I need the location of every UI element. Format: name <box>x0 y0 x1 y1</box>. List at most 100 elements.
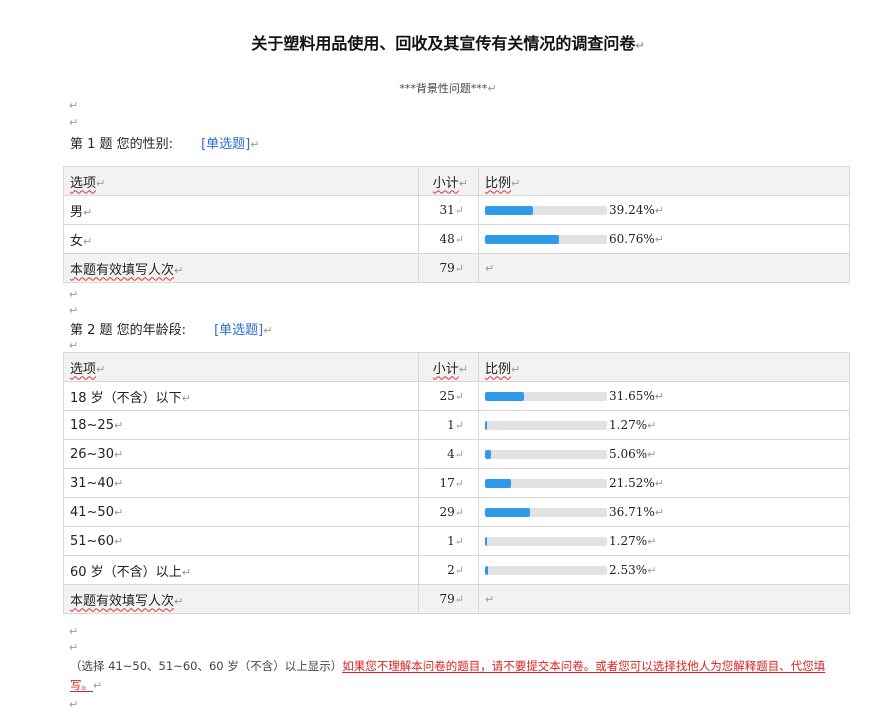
ratio-bar-track <box>485 449 607 459</box>
ratio-cell: 1.27%↵ <box>478 526 850 556</box>
ratio-bar-fill <box>485 536 487 546</box>
table-row: 31~40↵ 17↵ 21.52%↵ <box>63 468 850 498</box>
table-row: 60 岁（不含）以上↵ 2↵ 2.53%↵ <box>63 555 850 585</box>
question-2-heading: 第 2 题 您的年龄段: [单选题]↵ <box>70 323 273 338</box>
paragraph-mark: ↵ <box>69 288 79 301</box>
option-cell: 男↵ <box>63 195 419 225</box>
table-row: 18~25↵ 1↵ 1.27%↵ <box>63 410 850 440</box>
ratio-bar-track <box>485 536 607 546</box>
ratio-bar-fill <box>485 205 533 215</box>
ratio-bar-track <box>485 391 607 401</box>
header-ratio: 比例↵ <box>478 352 850 382</box>
option-cell: 51~60↵ <box>63 526 419 556</box>
header-option: 选项↵ <box>63 166 419 196</box>
question-2-table: 选项↵ 小计↵ 比例↵ 18 岁（不含）以下↵ 25↵ 31.65%↵ 18~25↵ 1… <box>63 352 850 614</box>
ratio-percent: 39.24% <box>609 203 655 217</box>
ratio-bar-fill <box>485 234 560 244</box>
total-count: 79↵ <box>418 253 479 283</box>
ratio-bar-fill <box>485 449 492 459</box>
header-ratio: 比例↵ <box>478 166 850 196</box>
option-cell: 18 岁（不含）以下↵ <box>63 381 419 411</box>
question-1-table: 选项↵ 小计↵ 比例↵ 男↵ 31↵ 39.24%↵ 女↵ 48↵ 60.76%↵ 本题有… <box>63 166 850 283</box>
table-row: 51~60↵ 1↵ 1.27%↵ <box>63 526 850 556</box>
count-cell: 2↵ <box>418 555 479 585</box>
total-ratio-empty: ↵ <box>478 253 850 283</box>
ratio-bar-track <box>485 420 607 430</box>
count-cell: 4↵ <box>418 439 479 469</box>
total-label: 本题有效填写人次↵ <box>63 253 419 283</box>
header-count: 小计↵ <box>418 352 479 382</box>
ratio-cell: 21.52%↵ <box>478 468 850 498</box>
paragraph-mark: ↵ <box>69 641 79 654</box>
ratio-bar-track <box>485 565 607 575</box>
header-option: 选项↵ <box>63 352 419 382</box>
option-cell: 41~50↵ <box>63 497 419 527</box>
option-cell: 18~25↵ <box>63 410 419 440</box>
ratio-bar-fill <box>485 478 512 488</box>
option-cell: 26~30↵ <box>63 439 419 469</box>
option-cell: 31~40↵ <box>63 468 419 498</box>
table-row: 男↵ 31↵ 39.24%↵ <box>63 195 850 225</box>
ratio-bar-track <box>485 234 607 244</box>
ratio-cell: 2.53%↵ <box>478 555 850 585</box>
paragraph-mark: ↵ <box>69 99 79 112</box>
table-row: 18 岁（不含）以下↵ 25↵ 31.65%↵ <box>63 381 850 411</box>
ratio-percent: 2.53% <box>609 563 648 577</box>
table-row: 41~50↵ 29↵ 36.71%↵ <box>63 497 850 527</box>
question-type-tag: [单选题] <box>201 137 251 152</box>
paragraph-mark: ↵ <box>69 304 79 317</box>
total-count: 79↵ <box>418 584 479 614</box>
paragraph-mark: ↵ <box>69 625 79 638</box>
note-condition: （选择 41~50、51~60、60 岁（不含）以上显示） <box>70 659 343 673</box>
section-subtitle: ***背景性问题***↵ <box>399 82 497 95</box>
ratio-cell: 1.27%↵ <box>478 410 850 440</box>
ratio-cell: 39.24%↵ <box>478 195 850 225</box>
header-count: 小计↵ <box>418 166 479 196</box>
ratio-percent: 21.52% <box>609 476 655 490</box>
ratio-bar-track <box>485 478 607 488</box>
table-total-row: 本题有效填写人次↵ 79↵ ↵ <box>63 253 850 283</box>
ratio-cell: 31.65%↵ <box>478 381 850 411</box>
table-row: 26~30↵ 4↵ 5.06%↵ <box>63 439 850 469</box>
ratio-cell: 5.06%↵ <box>478 439 850 469</box>
paragraph-mark: ↵ <box>69 339 79 352</box>
table-row: 女↵ 48↵ 60.76%↵ <box>63 224 850 254</box>
ratio-bar-fill <box>485 507 530 517</box>
count-cell: 1↵ <box>418 410 479 440</box>
question-1-heading: 第 1 题 您的性别: [单选题]↵ <box>70 137 260 152</box>
ratio-cell: 60.76%↵ <box>478 224 850 254</box>
ratio-bar-fill <box>485 565 489 575</box>
ratio-percent: 36.71% <box>609 505 655 519</box>
count-cell: 1↵ <box>418 526 479 556</box>
ratio-percent: 1.27% <box>609 418 648 432</box>
total-ratio-empty: ↵ <box>478 584 850 614</box>
ratio-percent: 5.06% <box>609 447 648 461</box>
option-cell: 60 岁（不含）以上↵ <box>63 555 419 585</box>
ratio-bar-fill <box>485 420 487 430</box>
ratio-cell: 36.71%↵ <box>478 497 850 527</box>
paragraph-mark: ↵ <box>69 116 79 129</box>
total-label: 本题有效填写人次↵ <box>63 584 419 614</box>
conditional-display-note: （选择 41~50、51~60、60 岁（不含）以上显示）如果您不理解本问卷的题… <box>70 659 826 692</box>
question-type-tag: [单选题] <box>214 323 264 338</box>
ratio-percent: 1.27% <box>609 534 648 548</box>
ratio-bar-track <box>485 507 607 517</box>
count-cell: 25↵ <box>418 381 479 411</box>
count-cell: 48↵ <box>418 224 479 254</box>
ratio-percent: 31.65% <box>609 389 655 403</box>
table-total-row: 本题有效填写人次↵ 79↵ ↵ <box>63 584 850 614</box>
table-header-row: 选项↵ 小计↵ 比例↵ <box>63 352 850 382</box>
paragraph-mark: ↵ <box>69 698 79 711</box>
ratio-bar-fill <box>485 391 524 401</box>
ratio-percent: 60.76% <box>609 232 655 246</box>
document-page: 关于塑料用品使用、回收及其宣传有关情况的调查问卷↵ ***背景性问题***↵ ↵… <box>0 0 896 715</box>
count-cell: 29↵ <box>418 497 479 527</box>
table-header-row: 选项↵ 小计↵ 比例↵ <box>63 166 850 196</box>
option-cell: 女↵ <box>63 224 419 254</box>
count-cell: 31↵ <box>418 195 479 225</box>
document-title: 关于塑料用品使用、回收及其宣传有关情况的调查问卷↵ <box>251 34 645 53</box>
ratio-bar-track <box>485 205 607 215</box>
question-label: 第 1 题 您的性别: <box>70 137 174 152</box>
question-label: 第 2 题 您的年龄段: <box>70 323 187 338</box>
count-cell: 17↵ <box>418 468 479 498</box>
